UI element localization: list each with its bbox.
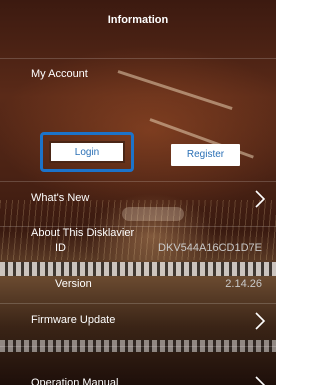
id-row: ID DKV544A16CD1D7E	[0, 234, 276, 262]
operation-manual-row[interactable]: Operation Manual	[0, 346, 276, 385]
firmware-update-label: Firmware Update	[31, 314, 116, 326]
page-title: Information	[107, 14, 169, 26]
version-row: Version 2.14.26	[0, 274, 276, 302]
operation-manual-label: Operation Manual	[31, 377, 119, 385]
my-account-label: My Account	[31, 68, 88, 80]
chevron-right-icon	[255, 312, 266, 330]
information-screen: Information My Account Login Register Wh…	[0, 0, 276, 385]
version-value: 2.14.26	[225, 278, 262, 290]
chevron-right-icon	[255, 190, 266, 208]
login-button[interactable]: Login	[49, 141, 125, 163]
firmware-update-row[interactable]: Firmware Update	[0, 303, 276, 336]
whats-new-row[interactable]: What's New	[0, 181, 276, 214]
login-button-focus-ring: Login	[40, 132, 134, 172]
id-value: DKV544A16CD1D7E	[158, 242, 262, 254]
version-label: Version	[55, 278, 92, 290]
register-button[interactable]: Register	[171, 144, 240, 166]
chevron-right-icon	[255, 376, 266, 385]
whats-new-label: What's New	[31, 192, 90, 204]
id-label: ID	[55, 242, 66, 254]
